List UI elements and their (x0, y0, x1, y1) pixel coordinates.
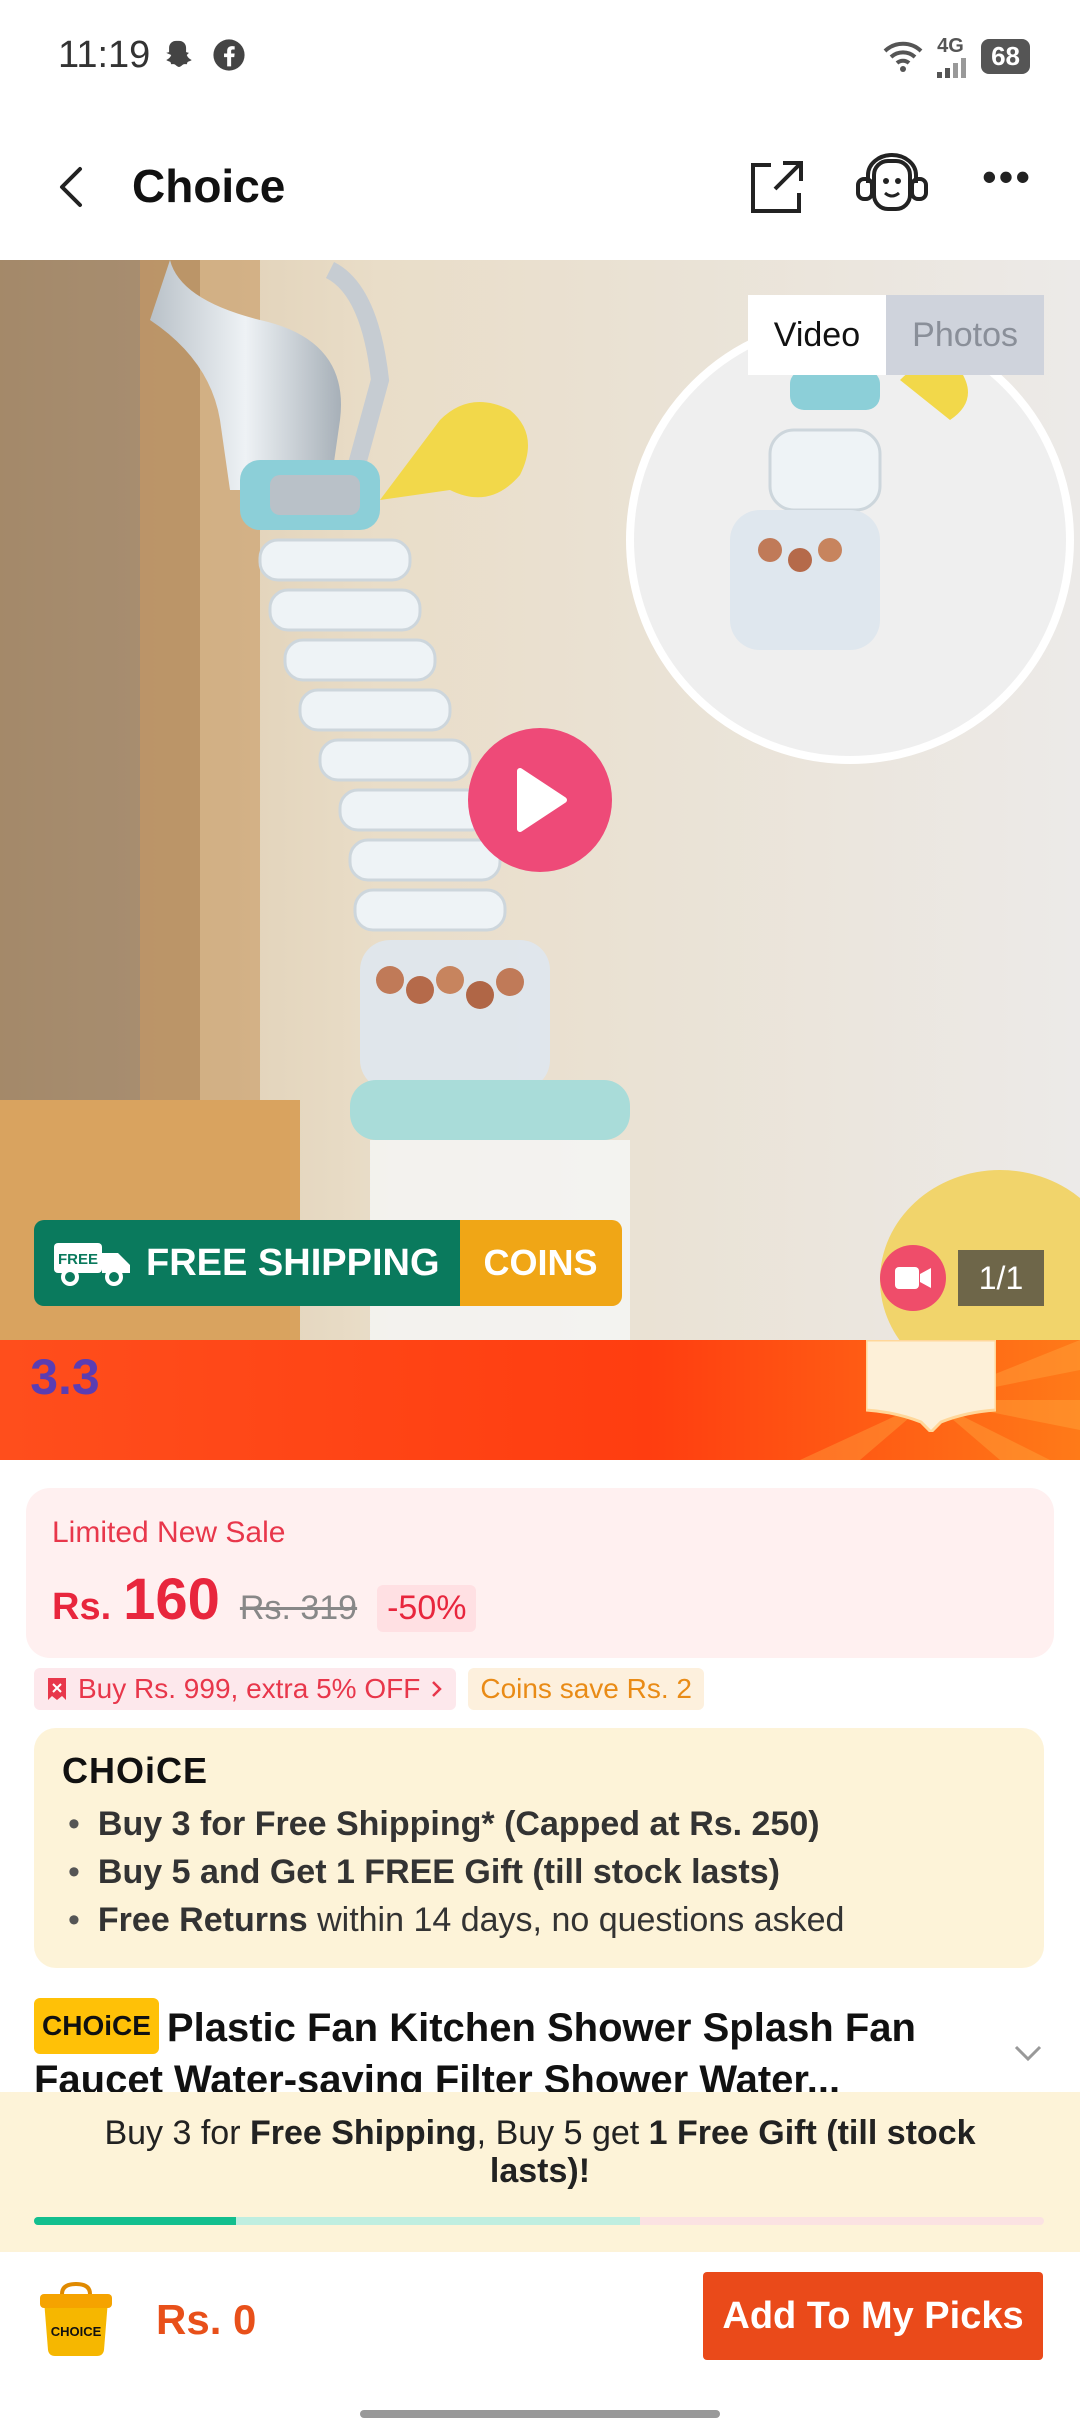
free-truck-icon: FREE (54, 1243, 130, 1286)
customer-service-icon[interactable] (852, 153, 932, 219)
page-title: Choice (132, 160, 286, 212)
chevron-right-icon (432, 1681, 443, 1697)
add-to-my-picks-button[interactable]: Add To My Picks (703, 2272, 1043, 2360)
snapchat-icon (166, 40, 192, 68)
tab-video[interactable]: Video (747, 295, 887, 375)
free-shipping-coins-banner: FREE FREE SHIPPING COINS (34, 1220, 622, 1306)
media-tabs: Video Photos (747, 295, 1044, 375)
discount-badge: -50% (377, 1585, 477, 1632)
tab-photos[interactable]: Photos (886, 295, 1044, 375)
network-type: 4G (937, 34, 964, 57)
home-indicator[interactable] (360, 2410, 720, 2418)
choice-tag: CHOiCE (34, 1998, 159, 2054)
price-row: Rs. 160 Rs. 319 -50% (52, 1566, 477, 1633)
wifi-icon (883, 41, 923, 72)
list-item: • Buy 3 for Free Shipping* (Capped at Rs… (68, 1800, 844, 1848)
media-counter: 1/1 (958, 1250, 1044, 1306)
sale-label: Limited New Sale (52, 1516, 286, 1549)
product-title[interactable]: CHOiCE Plastic Fan Kitchen Shower Splash … (34, 1998, 1014, 2098)
status-time: 11:19 (58, 34, 151, 76)
play-video-button[interactable] (468, 728, 612, 872)
price-currency: Rs. (52, 1586, 112, 1628)
coupon-icon (48, 1678, 66, 1700)
status-bar: 11:19 4G 68 (0, 0, 1080, 115)
promo-badge: 3.3 (30, 1349, 100, 1405)
progress-bar (34, 2217, 1044, 2225)
choice-benefits[interactable]: CHOiCE • Buy 3 for Free Shipping* (Cappe… (34, 1728, 1044, 1968)
coins-save-label: Coins save Rs. 2 (480, 1673, 692, 1704)
more-options-icon[interactable]: ••• (975, 156, 1039, 207)
free-truck-label: FREE (58, 1251, 98, 1268)
promo-badge-shape (866, 1340, 996, 1432)
back-arrow-icon[interactable] (40, 155, 104, 219)
status-right: 4G 68 (883, 34, 1030, 78)
share-icon[interactable] (745, 155, 809, 219)
product-title-text: Plastic Fan Kitchen Shower Splash Fan Fa… (34, 2006, 916, 2098)
progress-message: Buy 3 for Free Shipping, Buy 5 get 1 Fre… (104, 2114, 976, 2190)
benefit-text: within 14 days, no questions asked (317, 1901, 845, 1939)
benefits-list: • Buy 3 for Free Shipping* (Capped at Rs… (68, 1800, 844, 1944)
choice-logo: CHOiCE (62, 1750, 209, 1791)
coins-save-chip[interactable]: Coins save Rs. 2 (468, 1668, 704, 1710)
extra-off-label: Buy Rs. 999, extra 5% OFF (78, 1673, 421, 1704)
promo-banner[interactable]: 3.3 (0, 1340, 1080, 1460)
chevron-down-icon[interactable] (1010, 2038, 1046, 2068)
benefit-text-bold: Free Returns (97, 1901, 308, 1939)
choice-cart-icon[interactable]: CHOICE (34, 2280, 118, 2364)
bottom-bar: CHOICE Rs. 0 Add To My Picks (0, 2252, 1080, 2436)
cart-label: CHOICE (51, 2324, 102, 2339)
benefit-text: Buy 5 and Get 1 FREE Gift (till stock la… (97, 1853, 780, 1891)
play-icon (517, 768, 567, 832)
list-item: • Buy 5 and Get 1 FREE Gift (till stock … (68, 1848, 844, 1896)
coins-label: COINS (483, 1242, 598, 1283)
list-item: • Free Returns within 14 days, no questi… (68, 1901, 845, 1939)
free-shipping-label: FREE SHIPPING (146, 1241, 440, 1284)
battery-indicator: 68 (981, 38, 1030, 74)
original-price: Rs. 319 (239, 1589, 358, 1627)
top-navigation: Choice ••• (0, 115, 1080, 260)
extra-off-coupon[interactable]: Buy Rs. 999, extra 5% OFF (34, 1668, 457, 1710)
shipping-progress-card: Buy 3 for Free Shipping, Buy 5 get 1 Fre… (0, 2092, 1080, 2252)
video-camera-icon[interactable] (880, 1245, 946, 1311)
picks-total: Rs. 0 (156, 2296, 257, 2343)
coupon-row: Buy Rs. 999, extra 5% OFF Coins save Rs.… (34, 1668, 704, 1710)
current-price: 160 (123, 1567, 220, 1632)
signal-icon (937, 57, 967, 78)
benefit-text: Buy 3 for Free Shipping* (Capped at Rs. … (97, 1805, 820, 1843)
facebook-icon (213, 39, 245, 71)
price-card: Limited New Sale Rs. 160 Rs. 319 -50% (26, 1488, 1054, 1658)
progress-bar-fill (34, 2217, 236, 2225)
product-media-gallery[interactable]: Video Photos FREE FREE SHIPPING COINS 1/… (0, 260, 1080, 1340)
